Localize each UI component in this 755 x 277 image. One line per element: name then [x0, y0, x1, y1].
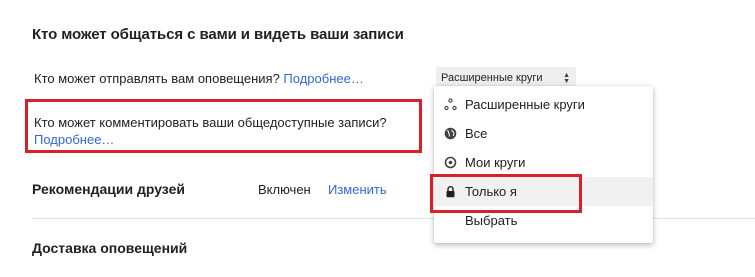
- notifications-more-link[interactable]: Подробнее…: [283, 71, 363, 86]
- friend-recommendations-status: Включен: [258, 182, 311, 197]
- circles-icon: [444, 156, 457, 169]
- menu-item-label: Мои круги: [465, 155, 526, 170]
- menu-item-label: Расширенные круги: [465, 97, 585, 112]
- menu-item-label: Все: [465, 126, 488, 141]
- menu-item-everyone[interactable]: Все: [434, 119, 653, 148]
- notifications-setting-row: Кто может отправлять вам оповещения? Под…: [34, 70, 364, 87]
- settings-page: Кто может общаться с вами и видеть ваши …: [0, 0, 755, 277]
- only-me-highlight-box: [430, 174, 582, 213]
- friend-recommendations-change-link[interactable]: Изменить: [328, 182, 387, 197]
- globe-icon: [444, 127, 457, 140]
- section-title: Кто может общаться с вами и видеть ваши …: [32, 26, 404, 43]
- friend-recommendations-title: Рекомендации друзей: [32, 181, 185, 197]
- extended-circles-icon: [444, 98, 457, 111]
- menu-item-label: Выбрать: [465, 213, 518, 228]
- menu-item-extended-circles[interactable]: Расширенные круги: [434, 90, 653, 119]
- audience-dropdown-menu: Расширенные круги Все Мои круги Только я…: [434, 86, 653, 243]
- select-current-value: Расширенные круги: [441, 72, 543, 84]
- menu-item-my-circles[interactable]: Мои круги: [434, 148, 653, 177]
- select-updown-icon: ▲ ▼: [563, 72, 570, 85]
- delivery-title: Доставка оповещений: [32, 240, 188, 256]
- notifications-question: Кто может отправлять вам оповещения?: [34, 71, 280, 86]
- comments-highlight-box: [25, 99, 422, 153]
